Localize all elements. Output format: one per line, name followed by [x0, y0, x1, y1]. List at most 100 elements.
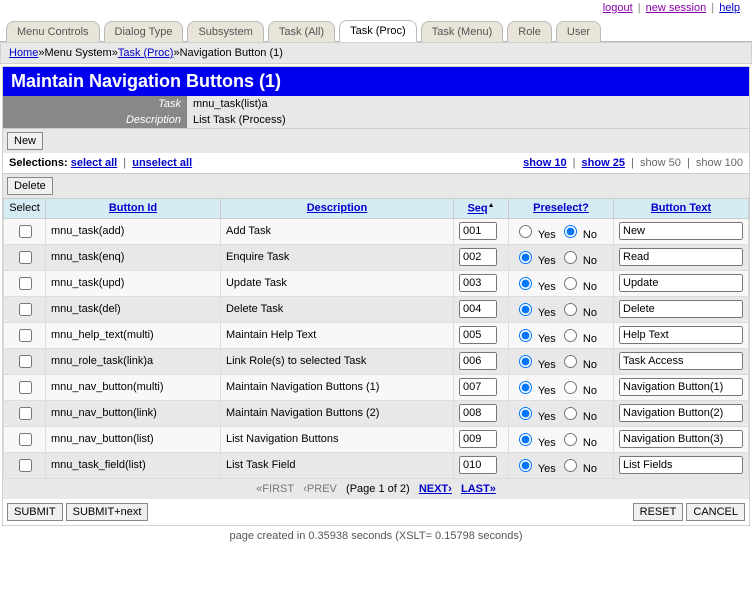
- seq-input[interactable]: [459, 222, 497, 240]
- show50-link[interactable]: show 50: [640, 157, 681, 169]
- help-link[interactable]: help: [719, 2, 740, 14]
- preselect-yes[interactable]: [519, 459, 532, 472]
- reset-button[interactable]: RESET: [633, 503, 684, 521]
- button-text-input[interactable]: [619, 326, 743, 344]
- seq-input[interactable]: [459, 274, 497, 292]
- logout-link[interactable]: logout: [603, 2, 633, 14]
- col-preselect[interactable]: Preselect?: [509, 199, 614, 219]
- button-text-input[interactable]: [619, 248, 743, 266]
- cell-button-id: mnu_nav_button(multi): [46, 374, 221, 400]
- button-text-input[interactable]: [619, 274, 743, 292]
- tab-dialog-type[interactable]: Dialog Type: [104, 21, 184, 42]
- col-seq[interactable]: Seq▲: [454, 199, 509, 219]
- button-text-input[interactable]: [619, 352, 743, 370]
- tab-bar: Menu ControlsDialog TypeSubsystemTask (A…: [0, 16, 752, 42]
- seq-input[interactable]: [459, 248, 497, 266]
- col-button-id[interactable]: Button Id: [46, 199, 221, 219]
- button-text-input[interactable]: [619, 378, 743, 396]
- cell-button-id: mnu_task_field(list): [46, 452, 221, 478]
- seq-input[interactable]: [459, 378, 497, 396]
- tab-user[interactable]: User: [556, 21, 601, 42]
- preselect-yes[interactable]: [519, 329, 532, 342]
- row-select[interactable]: [19, 225, 32, 238]
- row-select[interactable]: [19, 433, 32, 446]
- pager-next[interactable]: NEXT›: [419, 483, 452, 495]
- row-select[interactable]: [19, 251, 32, 264]
- preselect-no[interactable]: [564, 407, 577, 420]
- row-select[interactable]: [19, 381, 32, 394]
- show25-link[interactable]: show 25: [582, 157, 625, 169]
- hdr-desc-value: List Task (Process): [187, 112, 749, 128]
- row-select[interactable]: [19, 329, 32, 342]
- seq-input[interactable]: [459, 404, 497, 422]
- preselect-yes[interactable]: [519, 433, 532, 446]
- col-description[interactable]: Description: [220, 199, 453, 219]
- delete-button[interactable]: Delete: [7, 177, 53, 195]
- seq-input[interactable]: [459, 326, 497, 344]
- data-table: Select Button Id Description Seq▲ Presel…: [3, 198, 749, 479]
- cell-button-id: mnu_nav_button(link): [46, 400, 221, 426]
- cancel-button[interactable]: CANCEL: [686, 503, 745, 521]
- button-text-input[interactable]: [619, 300, 743, 318]
- table-row: mnu_task_field(list)List Task Field Yes …: [4, 452, 749, 478]
- preselect-no[interactable]: [564, 277, 577, 290]
- col-button-text[interactable]: Button Text: [614, 199, 749, 219]
- preselect-no[interactable]: [564, 433, 577, 446]
- cell-description: Maintain Navigation Buttons (2): [220, 400, 453, 426]
- table-row: mnu_nav_button(link)Maintain Navigation …: [4, 400, 749, 426]
- preselect-no[interactable]: [564, 329, 577, 342]
- pager-prev: ‹PREV: [303, 483, 337, 495]
- bc-home[interactable]: Home: [9, 47, 38, 59]
- preselect-no[interactable]: [564, 225, 577, 238]
- show100-link[interactable]: show 100: [696, 157, 743, 169]
- preselect-no[interactable]: [564, 355, 577, 368]
- pager-last[interactable]: LAST»: [461, 483, 496, 495]
- row-select[interactable]: [19, 407, 32, 420]
- submit-button[interactable]: SUBMIT: [7, 503, 63, 521]
- bc-task-proc[interactable]: Task (Proc): [118, 47, 174, 59]
- table-row: mnu_task(enq)Enquire Task Yes No: [4, 244, 749, 270]
- preselect-no[interactable]: [564, 459, 577, 472]
- row-select[interactable]: [19, 459, 32, 472]
- top-links: logout | new session | help: [0, 0, 752, 16]
- preselect-no[interactable]: [564, 381, 577, 394]
- table-row: mnu_role_task(link)aLink Role(s) to sele…: [4, 348, 749, 374]
- tab-task-proc-[interactable]: Task (Proc): [339, 20, 417, 42]
- button-text-input[interactable]: [619, 404, 743, 422]
- tab-menu-controls[interactable]: Menu Controls: [6, 21, 100, 42]
- footer-note: page created in 0.35938 seconds (XSLT= 0…: [0, 528, 752, 544]
- row-select[interactable]: [19, 355, 32, 368]
- seq-input[interactable]: [459, 456, 497, 474]
- preselect-yes[interactable]: [519, 303, 532, 316]
- preselect-yes[interactable]: [519, 355, 532, 368]
- unselect-all-link[interactable]: unselect all: [132, 157, 192, 169]
- tab-subsystem[interactable]: Subsystem: [187, 21, 263, 42]
- tab-role[interactable]: Role: [507, 21, 552, 42]
- new-button[interactable]: New: [7, 132, 43, 150]
- preselect-yes[interactable]: [519, 381, 532, 394]
- col-select: Select: [4, 199, 46, 219]
- select-all-link[interactable]: select all: [71, 157, 117, 169]
- cell-button-id: mnu_task(add): [46, 218, 221, 244]
- cell-button-id: mnu_help_text(multi): [46, 322, 221, 348]
- preselect-yes[interactable]: [519, 277, 532, 290]
- submit-next-button[interactable]: SUBMIT+next: [66, 503, 149, 521]
- preselect-yes[interactable]: [519, 251, 532, 264]
- new-session-link[interactable]: new session: [646, 2, 707, 14]
- show10-link[interactable]: show 10: [523, 157, 566, 169]
- row-select[interactable]: [19, 277, 32, 290]
- preselect-yes[interactable]: [519, 225, 532, 238]
- preselect-yes[interactable]: [519, 407, 532, 420]
- preselect-no[interactable]: [564, 251, 577, 264]
- bc-current: Navigation Button (1): [180, 47, 283, 59]
- preselect-no[interactable]: [564, 303, 577, 316]
- button-text-input[interactable]: [619, 430, 743, 448]
- tab-task-menu-[interactable]: Task (Menu): [421, 21, 504, 42]
- seq-input[interactable]: [459, 352, 497, 370]
- seq-input[interactable]: [459, 300, 497, 318]
- seq-input[interactable]: [459, 430, 497, 448]
- button-text-input[interactable]: [619, 222, 743, 240]
- row-select[interactable]: [19, 303, 32, 316]
- button-text-input[interactable]: [619, 456, 743, 474]
- tab-task-all-[interactable]: Task (All): [268, 21, 335, 42]
